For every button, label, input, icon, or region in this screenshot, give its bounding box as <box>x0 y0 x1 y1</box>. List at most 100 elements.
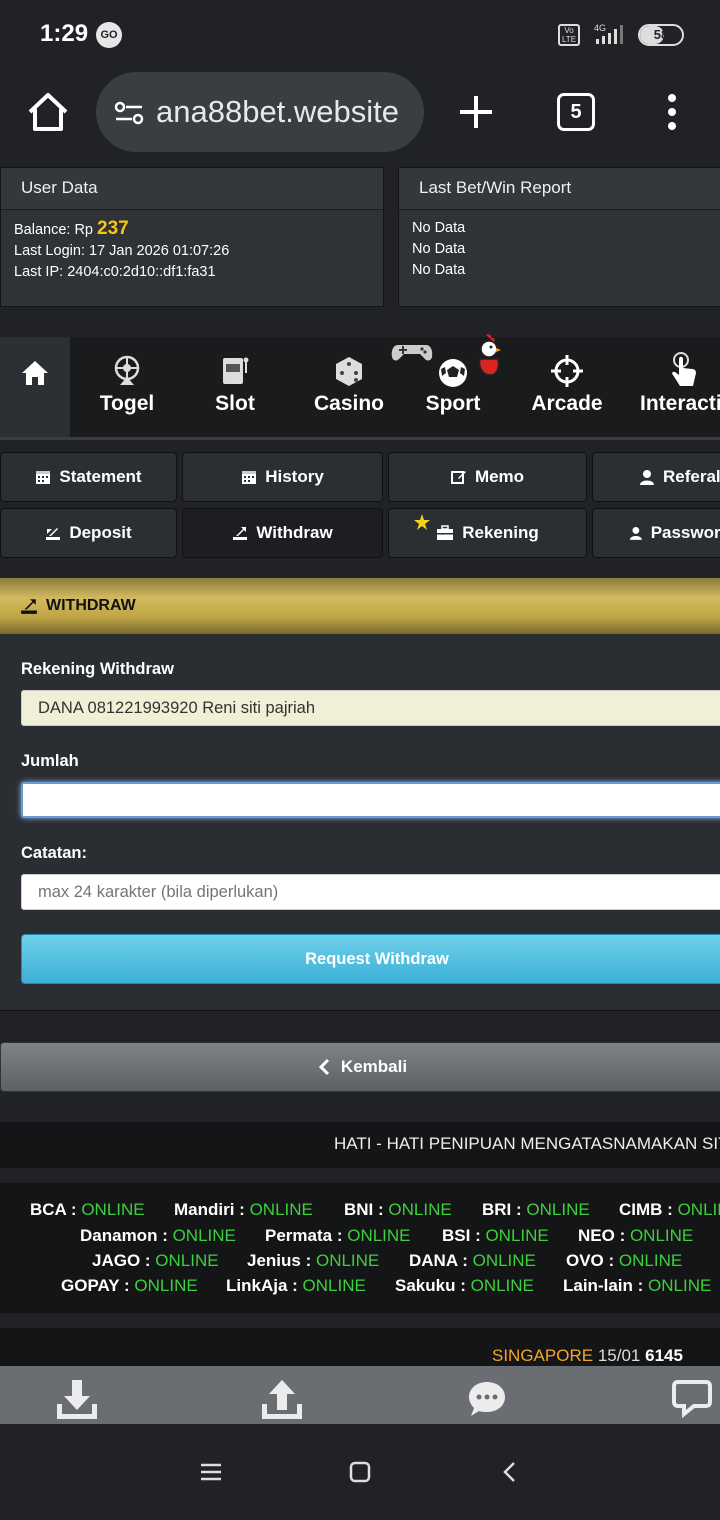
history-label: History <box>265 467 324 486</box>
category-casino[interactable]: Casino <box>304 337 394 437</box>
bank-separator: : <box>234 1200 250 1219</box>
category-label: Casino <box>313 392 384 415</box>
category-label: Interactive <box>640 392 720 415</box>
category-interactive[interactable]: Interactive <box>640 337 720 437</box>
statement-button[interactable]: Statement <box>0 452 177 502</box>
bet-report-row: No Data <box>412 262 466 278</box>
back-button[interactable]: Kembali <box>0 1042 720 1092</box>
new-tab-icon[interactable] <box>456 92 496 132</box>
status-time: 1:29 <box>40 20 89 47</box>
site-settings-icon[interactable] <box>114 100 144 126</box>
upload-icon[interactable] <box>259 1378 305 1422</box>
bank-status-list: BCA : ONLINE Mandiri : ONLINE BNI : ONLI… <box>0 1183 720 1313</box>
category-arcade[interactable]: Arcade <box>522 337 612 437</box>
bank-status-item: CIMB : ONLINE <box>619 1200 720 1220</box>
bank-status-item: Sakuku : ONLINE <box>395 1276 534 1296</box>
bank-separator: : <box>603 1251 619 1270</box>
back-nav-icon[interactable] <box>500 1460 520 1484</box>
more-menu-icon[interactable] <box>660 92 684 132</box>
bank-separator: : <box>632 1276 649 1295</box>
bank-separator: : <box>662 1200 678 1219</box>
star-icon <box>414 514 430 530</box>
bank-separator: : <box>119 1276 135 1295</box>
download-icon[interactable] <box>54 1378 100 1422</box>
recent-apps-icon[interactable] <box>199 1462 223 1482</box>
bank-name: Mandiri <box>174 1200 235 1219</box>
rekening-select[interactable]: DANA 081221993920 Reni siti pajriah <box>21 690 720 726</box>
bank-separator: : <box>511 1200 527 1219</box>
referal-button[interactable]: Referal <box>592 452 720 502</box>
tab-switcher-button[interactable]: 5 <box>557 93 595 131</box>
lottery-result-ticker: SINGAPORE 15/01 6145 <box>0 1328 720 1368</box>
bank-separator: : <box>470 1226 486 1245</box>
home-icon[interactable] <box>26 90 70 134</box>
history-button[interactable]: History <box>182 452 383 502</box>
live-chat-icon[interactable] <box>672 1378 712 1418</box>
statement-label: Statement <box>59 467 142 486</box>
chat-icon[interactable] <box>466 1378 508 1420</box>
jumlah-input[interactable] <box>21 782 720 818</box>
rekening-button[interactable]: Rekening <box>388 508 587 558</box>
withdraw-label: Withdraw <box>256 523 333 542</box>
bank-status-item: Mandiri : ONLINE <box>174 1200 313 1220</box>
category-togel[interactable]: Togel <box>84 337 170 437</box>
withdraw-card: WITHDRAW Rekening Withdraw DANA 08122199… <box>0 578 720 1011</box>
category-label: Slot <box>215 392 255 415</box>
bank-status-item: Jenius : ONLINE <box>247 1251 379 1271</box>
touch-hand-icon <box>672 352 696 386</box>
bank-name: BSI <box>442 1226 471 1245</box>
bank-name: BRI <box>482 1200 512 1219</box>
bank-status: ONLINE <box>388 1200 452 1219</box>
bank-status: ONLINE <box>249 1200 313 1219</box>
bank-name: DANA <box>409 1251 458 1270</box>
bank-name: NEO <box>578 1226 615 1245</box>
signal-icon: 4G <box>594 23 623 44</box>
bank-status: ONLINE <box>618 1251 683 1270</box>
catatan-input[interactable] <box>21 874 720 910</box>
bank-separator: : <box>157 1226 173 1245</box>
bank-status: ONLINE <box>472 1251 536 1270</box>
bank-name: BCA <box>30 1200 67 1219</box>
announcement-text: HATI - HATI PENIPUAN MENGATASNAMAKAN SIT… <box>334 1134 720 1153</box>
user-icon <box>640 470 654 485</box>
rekening-label: Rekening <box>462 523 539 542</box>
home-nav-icon[interactable] <box>348 1460 372 1484</box>
last-login: Last Login: 17 Jan 2026 01:07:26 <box>14 243 230 259</box>
dice-icon <box>336 357 362 386</box>
bank-name: Permata <box>265 1226 333 1245</box>
memo-button[interactable]: Memo <box>388 452 587 502</box>
url-text[interactable]: ana88bet.website <box>156 94 424 130</box>
briefcase-icon <box>437 525 454 540</box>
bank-status-item: NEO : ONLINE <box>578 1226 693 1246</box>
bank-name: Lain-lain <box>563 1276 633 1295</box>
bank-status: ONLINE <box>677 1200 720 1219</box>
bank-status-item: OVO : ONLINE <box>566 1251 682 1271</box>
slot-machine-icon <box>223 357 249 384</box>
bank-separator: : <box>373 1200 389 1219</box>
volte-icon: Vo LTE <box>558 24 580 46</box>
gamepad-icon <box>391 345 433 361</box>
browser-toolbar: ana88bet.website 5 <box>0 68 720 166</box>
category-sport[interactable]: Sport <box>391 334 501 437</box>
balance-value: 237 <box>97 218 129 239</box>
withdraw-button[interactable]: Withdraw <box>182 508 383 558</box>
category-slot[interactable]: Slot <box>192 337 278 437</box>
go-badge-icon: GO <box>96 22 122 48</box>
password-button[interactable]: Password <box>592 508 720 558</box>
bank-status-item: Permata : ONLINE <box>265 1226 411 1246</box>
bank-status: ONLINE <box>155 1251 219 1270</box>
bank-status-item: BSI : ONLINE <box>442 1226 549 1246</box>
bank-status-item: BRI : ONLINE <box>482 1200 590 1220</box>
lottery-wheel-icon <box>114 355 140 385</box>
catatan-label: Catatan: <box>21 844 88 862</box>
bank-separator: : <box>457 1251 473 1270</box>
last-ip: Last IP: 2404:c0:2d10::df1:fa31 <box>14 264 216 280</box>
bank-status: ONLINE <box>485 1226 549 1245</box>
network-type: 4G <box>594 23 606 33</box>
withdraw-icon <box>21 599 37 614</box>
category-home[interactable] <box>0 337 70 437</box>
request-withdraw-button[interactable]: Request Withdraw <box>21 934 720 984</box>
withdraw-icon <box>233 527 248 540</box>
deposit-button[interactable]: Deposit <box>0 508 177 558</box>
address-bar[interactable]: ana88bet.website <box>96 72 424 152</box>
